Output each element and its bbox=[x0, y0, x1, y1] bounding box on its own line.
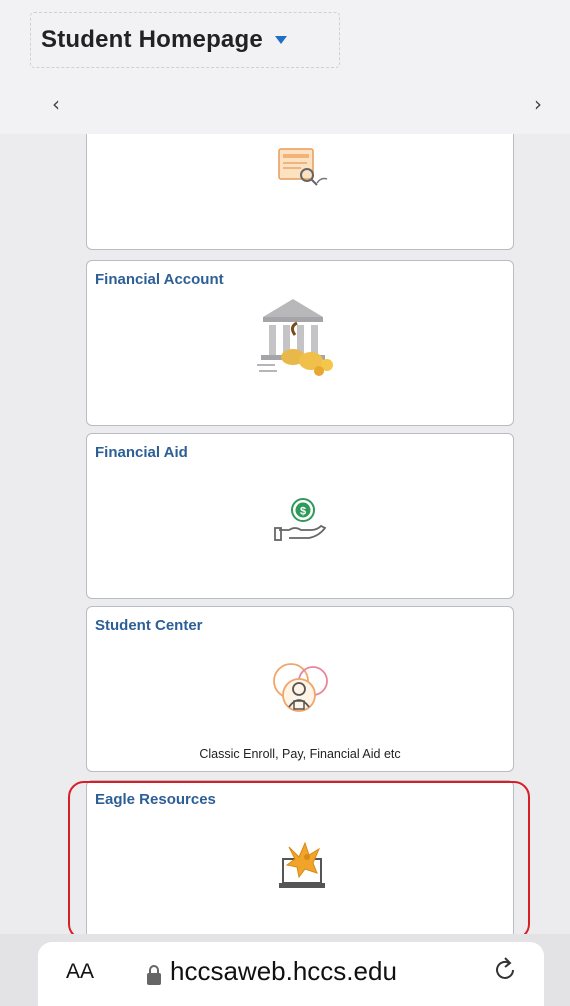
tile-description: Classic Enroll, Pay, Financial Aid etc bbox=[199, 747, 401, 761]
text-size-button[interactable]: AA bbox=[66, 960, 94, 984]
lock-icon bbox=[146, 964, 162, 991]
tile-financial-account[interactable]: Financial Account bbox=[86, 260, 514, 426]
tile-title: Eagle Resources bbox=[95, 791, 216, 808]
hand-dollar-icon: $ bbox=[273, 496, 333, 551]
eagle-laptop-icon bbox=[277, 839, 335, 900]
tile-financial-aid[interactable]: Financial Aid $ bbox=[86, 433, 514, 599]
tile-partial[interactable] bbox=[86, 134, 514, 250]
page-title-dropdown[interactable]: Student Homepage bbox=[30, 12, 340, 68]
tiles-area: Financial Account Financial Aid $ Studen… bbox=[0, 134, 570, 934]
svg-text:$: $ bbox=[300, 506, 306, 518]
student-circles-icon bbox=[271, 661, 333, 724]
tile-title: Student Center bbox=[95, 617, 203, 634]
previous-page-arrow[interactable]: ‹ bbox=[52, 92, 60, 116]
tile-title: Financial Aid bbox=[95, 444, 188, 461]
url-text: hccsaweb.hccs.edu bbox=[170, 956, 397, 986]
next-page-arrow[interactable]: › bbox=[534, 92, 542, 116]
tile-title: Financial Account bbox=[95, 271, 224, 288]
tile-student-center[interactable]: Student Center Classic Enroll, Pay, Fina… bbox=[86, 606, 514, 772]
page-header: Student Homepage ‹ › bbox=[0, 0, 570, 134]
tile-eagle-resources[interactable]: Eagle Resources bbox=[86, 780, 514, 934]
page-title: Student Homepage bbox=[41, 26, 263, 53]
bank-coins-icon bbox=[255, 295, 341, 384]
document-search-icon bbox=[277, 145, 335, 198]
caret-down-icon bbox=[274, 36, 287, 44]
reload-icon[interactable] bbox=[494, 956, 518, 989]
